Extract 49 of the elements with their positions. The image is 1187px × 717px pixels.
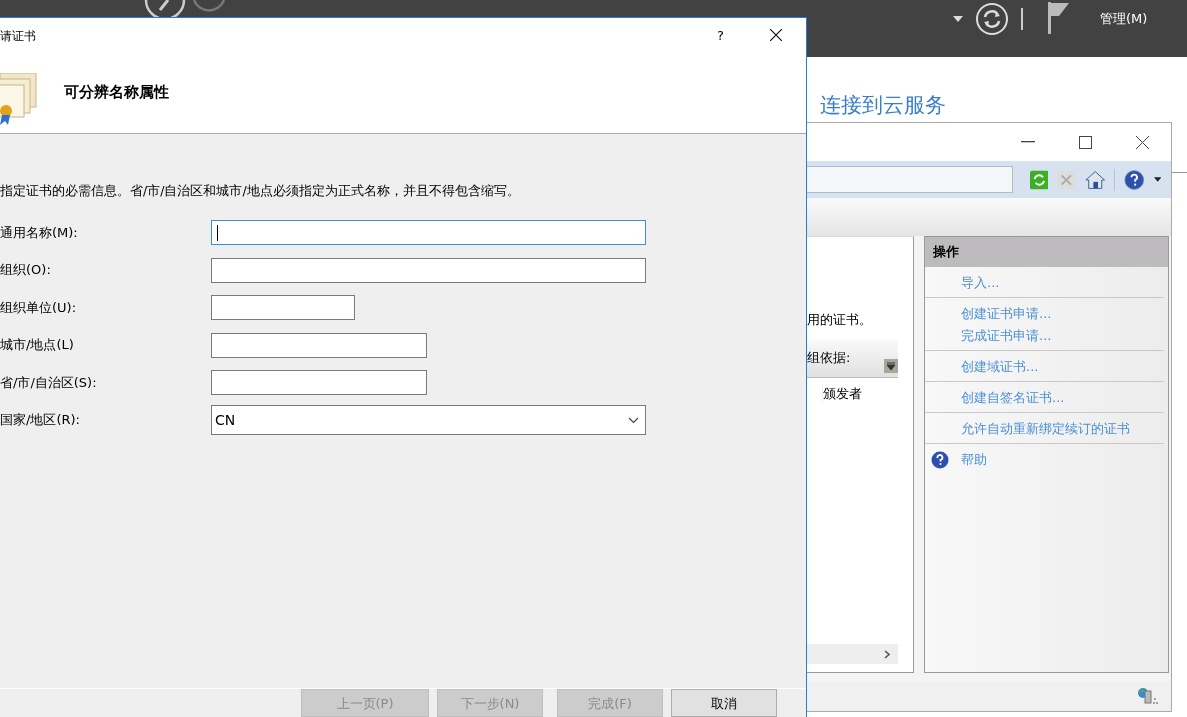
dialog-button[interactable]: 取消 [671,689,777,717]
group-by-label: 组依据: [807,349,851,367]
action-link[interactable]: 创建证书申请... [961,305,1052,323]
window-title: 请证书 [0,27,36,45]
field-label: 通用名称(M): [0,223,79,242]
field-label: 省/市/自治区(S): [0,373,98,392]
field-label: 组织(O): [0,261,52,279]
help-button[interactable]: ? [717,27,724,43]
close-icon[interactable] [770,29,782,41]
chevron-down-icon [628,416,639,424]
field-label: 国家/地区(R): [0,411,81,429]
home-icon[interactable] [1084,169,1106,190]
maximize-icon[interactable] [1079,135,1092,149]
input-field[interactable] [211,332,427,358]
input-field[interactable] [211,295,355,320]
dropdown-icon[interactable] [884,359,898,373]
column-header[interactable]: 颁发者 [822,385,862,403]
help-link[interactable]: 帮助 [961,451,987,469]
input-field[interactable] [211,370,427,395]
input-field[interactable] [211,220,646,245]
help-icon[interactable] [1124,168,1145,191]
minimize-icon[interactable] [1021,141,1035,143]
actions-title: 操作 [925,237,1168,267]
notice-text: 用的证书。 [807,311,872,329]
field-label: 城市/地点(L) [0,336,75,354]
action-link[interactable]: 创建自签名证书... [961,389,1065,407]
chevron-right-icon[interactable] [884,649,890,659]
action-link[interactable]: 导入... [961,274,1000,292]
page-heading: 可分辨名称属性 [64,83,169,102]
back-icon[interactable] [144,0,186,17]
action-link[interactable]: 创建域证书... [961,358,1039,376]
certificate-icon [0,72,40,125]
cloud-link[interactable]: 连接到云服务 [820,91,946,119]
caret-icon[interactable] [1153,177,1161,182]
refresh-icon[interactable] [975,2,1009,36]
help-icon[interactable] [931,451,949,469]
description-text: 指定证书的必需信息。省/市/自治区和城市/地点必须指定为正式名称，并且不得包含缩写。 [0,183,521,200]
close-icon[interactable] [1136,135,1149,149]
input-field[interactable] [211,257,646,283]
action-link[interactable]: 完成证书申请... [961,327,1052,345]
scroll-bar[interactable] [807,644,898,664]
flag-icon[interactable] [1048,2,1070,34]
server-icon [1137,687,1159,705]
address-field[interactable] [807,166,1013,193]
action-link[interactable]: 允许自动重新绑定续订的证书 [961,420,1130,438]
country-dropdown[interactable]: CN [211,405,646,435]
caret-icon[interactable] [953,16,963,22]
field-label: 组织单位(U): [0,298,78,317]
manage-menu[interactable]: 管理(M) [1100,10,1148,28]
